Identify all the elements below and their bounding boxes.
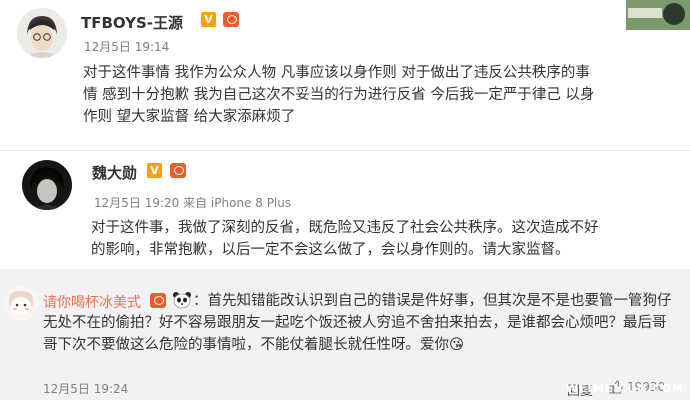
post-text-line: 情 感到十分抱歉 我为自己这次不妥当的行为进行反省 今后我一定严于律己 以身 xyxy=(83,87,595,103)
commenter-name[interactable]: 请你喝杯冰美式 xyxy=(43,292,141,312)
level-icon xyxy=(223,12,239,27)
post-time[interactable]: 12月5日 19:20 来自 iPhone 8 Plus xyxy=(94,194,291,211)
post-text-line: 作则 望大家监督 给大家添麻烦了 xyxy=(83,109,296,125)
comment-time: 12月5日 19:24 xyxy=(43,382,129,396)
post-text-line: 的影响，非常抱歉，以后一定不会这么做了，会以身作则的。请大家监督。 xyxy=(91,242,570,258)
username[interactable]: TFBOYS-王源 xyxy=(81,12,183,33)
level-icon xyxy=(150,293,166,308)
avatar[interactable] xyxy=(22,160,72,210)
verified-icon: V xyxy=(147,163,162,178)
post-text: 对于这件事情 我作为公众人物 凡事应该以身作则 对于做出了违反公共秩序的事 情 … xyxy=(83,62,594,128)
comment: 请你喝杯冰美式 ：首先知错能改认识到自己的错误是件好事，但其次是不是也要管一管狗… xyxy=(0,269,690,400)
comment-text: 无处不在的偷拍？好不容易跟朋友一起吃个饭还被人穷追不舍拍来拍去，是谁都会心烦吧？… xyxy=(43,312,667,356)
avatar[interactable] xyxy=(17,8,67,58)
post-text-line: 对于这件事情 我作为公众人物 凡事应该以身作则 对于做出了违反公共秩序的事 xyxy=(83,65,590,81)
comment-text-line: 哥下次不要做这么危险的事情啦，不能仗着腿长就任性呀。爱你😘 xyxy=(43,337,465,353)
comment-text-line: ：首先知错能改认识到自己的错误是件好事，但其次是不是也要管一管狗仔 xyxy=(193,293,672,309)
comment-text: ：首先知错能改认识到自己的错误是件好事，但其次是不是也要管一管狗仔 xyxy=(193,290,672,312)
panda-icon xyxy=(172,291,192,309)
post-text: 对于这件事，我做了深刻的反省，既危险又违反了社会公共秩序。这次造成不好 的影响，… xyxy=(91,217,599,261)
post-time[interactable]: 12月5日 19:14 xyxy=(84,38,169,55)
watermark: WEIMEICUN.COM xyxy=(566,382,685,395)
level-icon xyxy=(170,163,186,178)
verified-icon: V xyxy=(201,12,216,27)
post-weidaxun: 魏大勋 V 12月5日 19:20 来自 iPhone 8 Plus 对于这件事… xyxy=(0,151,690,266)
post-text-line: 对于这件事，我做了深刻的反省，既危险又违反了社会公共秩序。这次造成不好 xyxy=(91,220,599,236)
comment-text-line: 无处不在的偷拍？好不容易跟朋友一起吃个饭还被人穷追不舍拍来拍去，是谁都会心烦吧？… xyxy=(43,315,667,331)
avatar[interactable] xyxy=(4,286,38,320)
post-wangyuan: TFBOYS-王源 V 12月5日 19:14 对于这件事情 我作为公众人物 凡… xyxy=(0,0,690,150)
username[interactable]: 魏大勋 xyxy=(92,162,137,183)
corner-image xyxy=(626,0,690,30)
